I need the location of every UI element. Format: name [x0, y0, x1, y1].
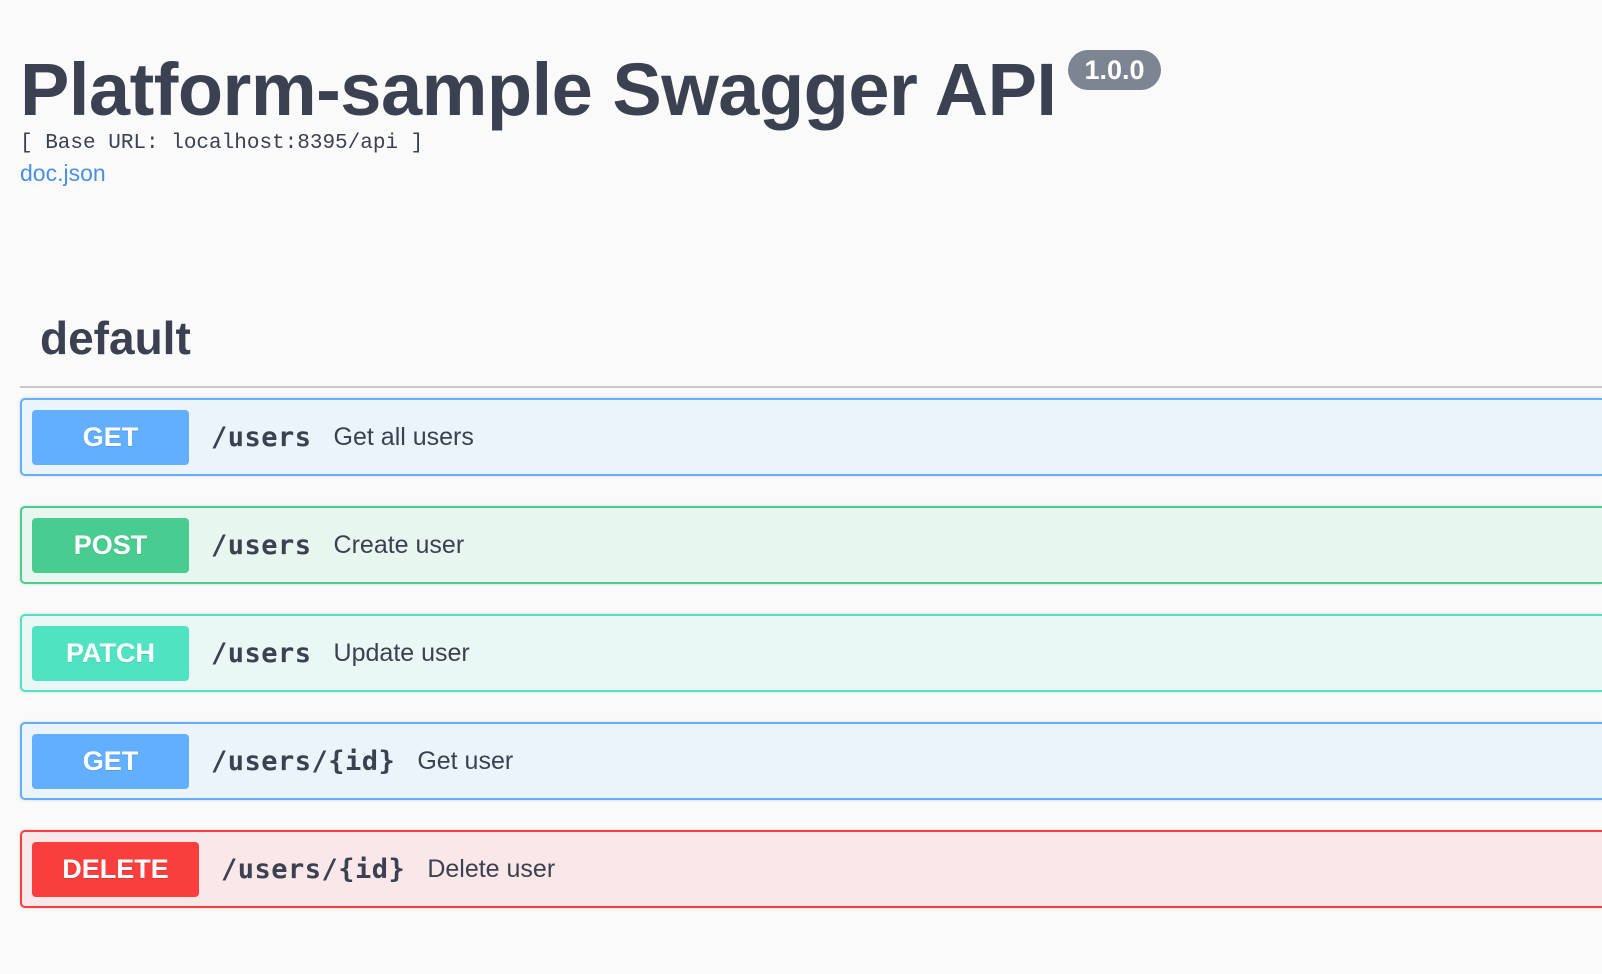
operation-get-users[interactable]: GET /users Get all users [20, 398, 1602, 476]
method-badge: GET [32, 409, 189, 465]
api-info: Platform-sample Swagger API 1.0.0 [ Base… [20, 48, 1161, 188]
method-badge: PATCH [32, 625, 189, 681]
title-row: Platform-sample Swagger API 1.0.0 [20, 48, 1161, 132]
operation-path: /users [211, 637, 312, 669]
swagger-page: Platform-sample Swagger API 1.0.0 [ Base… [0, 0, 1602, 974]
tag-header[interactable]: default [20, 300, 1602, 388]
operation-path: /users/{id} [221, 853, 406, 885]
operation-post-users[interactable]: POST /users Create user [20, 506, 1602, 584]
operation-delete-user-by-id[interactable]: DELETE /users/{id} Delete user [20, 830, 1602, 908]
method-badge: DELETE [32, 841, 199, 897]
operation-summary: Get all users [333, 422, 474, 451]
tag-section-default: default GET /users Get all users POST /u… [20, 300, 1602, 938]
method-badge: GET [32, 733, 189, 789]
base-url: [ Base URL: localhost:8395/api ] [20, 132, 424, 155]
doc-json-link[interactable]: doc.json [20, 158, 106, 188]
operation-path: /users/{id} [211, 745, 396, 777]
operation-path: /users [211, 421, 312, 453]
operations-list: GET /users Get all users POST /users Cre… [20, 398, 1602, 908]
method-badge: POST [32, 517, 189, 573]
operation-summary: Update user [333, 638, 470, 667]
operation-path: /users [211, 529, 312, 561]
operation-patch-users[interactable]: PATCH /users Update user [20, 614, 1602, 692]
operation-summary: Create user [333, 530, 465, 559]
operation-summary: Get user [417, 746, 514, 775]
operation-summary: Delete user [427, 854, 556, 883]
api-title: Platform-sample Swagger API [20, 48, 1057, 131]
tag-title: default [40, 312, 191, 364]
version-badge: 1.0.0 [1068, 50, 1161, 90]
operation-get-user-by-id[interactable]: GET /users/{id} Get user [20, 722, 1602, 800]
